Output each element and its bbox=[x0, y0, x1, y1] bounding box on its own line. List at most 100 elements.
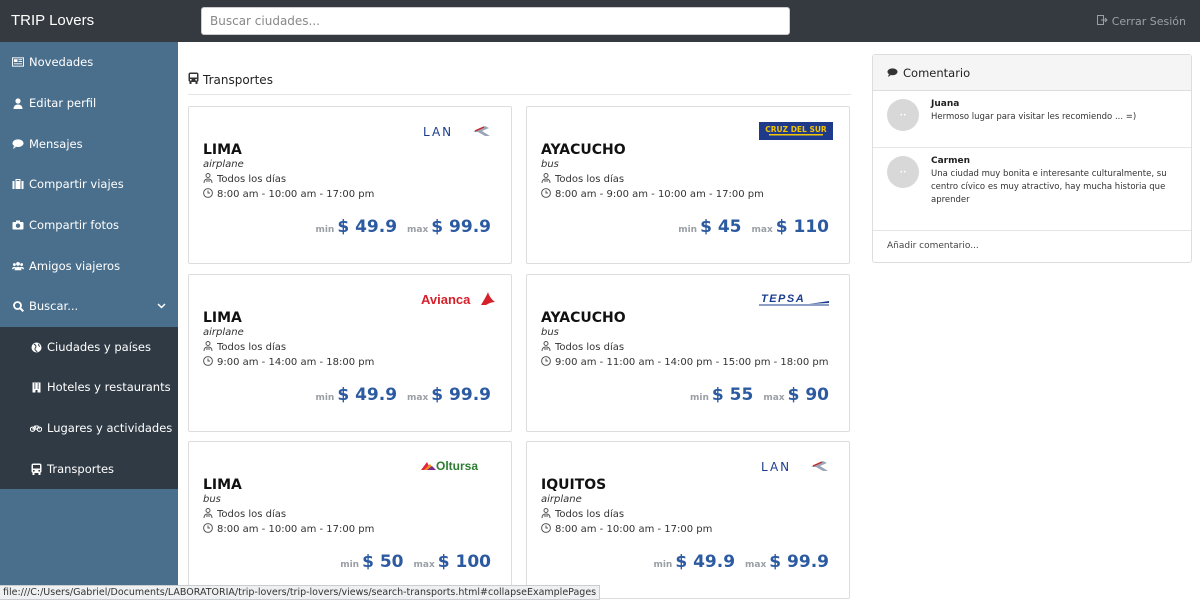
submenu-item-lugares[interactable]: Lugares y actividades bbox=[0, 408, 178, 448]
max-label: max bbox=[745, 560, 767, 570]
card-frequency: Todos los días bbox=[203, 173, 286, 186]
comment-author: Juana bbox=[931, 99, 960, 109]
calendar-person-icon bbox=[541, 173, 551, 186]
clock-icon bbox=[541, 188, 551, 201]
transport-card[interactable]: CRUZ DEL SUR AYACUCHO bus Todos los días… bbox=[526, 106, 850, 264]
card-frequency: Todos los días bbox=[541, 173, 624, 186]
clock-icon bbox=[541, 523, 551, 536]
comment-icon bbox=[12, 138, 24, 150]
calendar-person-icon bbox=[541, 341, 551, 354]
card-prices: min $ 49.9 max $ 99.9 bbox=[315, 385, 491, 405]
max-price: $ 110 bbox=[775, 217, 829, 237]
transport-card[interactable]: LAN IQUITOS airplane Todos los días 8:00… bbox=[526, 441, 850, 599]
sign-out-icon bbox=[1096, 15, 1108, 28]
sidebar-item-novedades[interactable]: Novedades bbox=[0, 42, 178, 82]
transport-card[interactable]: LAN LIMA airplane Todos los días 8:00 am… bbox=[188, 106, 512, 264]
newspaper-icon bbox=[12, 56, 24, 68]
max-price: $ 99.9 bbox=[769, 552, 829, 572]
transport-card[interactable]: Oltursa LIMA bus Todos los días 8:00 am … bbox=[188, 441, 512, 599]
max-label: max bbox=[751, 225, 773, 235]
section-title-label: Transportes bbox=[203, 72, 273, 87]
card-transport-type: bus bbox=[541, 159, 559, 170]
cruz-del-sur-logo-text: CRUZ DEL SUR bbox=[765, 125, 827, 134]
card-hours-label: 9:00 am - 14:00 am - 18:00 pm bbox=[217, 357, 375, 368]
max-price: $ 100 bbox=[437, 552, 491, 572]
sidebar-item-label: Mensajes bbox=[29, 137, 83, 151]
max-label: max bbox=[407, 225, 429, 235]
comment-author: Carmen bbox=[931, 156, 971, 166]
oltursa-logo-text: Oltursa bbox=[436, 459, 478, 473]
sidebar-item-compartir-fotos[interactable]: Compartir fotos bbox=[0, 205, 178, 245]
submenu-item-label: Ciudades y países bbox=[47, 340, 151, 354]
min-price: $ 45 bbox=[700, 217, 742, 237]
transport-card[interactable]: Avianca LIMA airplane Todos los días 9:0… bbox=[188, 274, 512, 432]
sidebar-item-mensajes[interactable]: Mensajes bbox=[0, 124, 178, 164]
clock-icon bbox=[203, 523, 213, 536]
card-hours-label: 8:00 am - 10:00 am - 17:00 pm bbox=[555, 524, 713, 535]
calendar-person-icon bbox=[203, 508, 213, 521]
transport-card[interactable]: TEPSA AYACUCHO bus Todos los días 9:00 a… bbox=[526, 274, 850, 432]
comments-panel: Comentario •• Juana Hermoso lugar para v… bbox=[872, 54, 1192, 263]
avianca-logo-text: Avianca bbox=[421, 292, 471, 307]
card-hours-label: 8:00 am - 10:00 am - 17:00 pm bbox=[217, 524, 375, 535]
sidebar-item-label: Amigos viajeros bbox=[29, 259, 121, 273]
svg-text:LAN: LAN bbox=[761, 460, 791, 474]
avatar: •• bbox=[887, 99, 919, 131]
card-frequency-label: Todos los días bbox=[217, 174, 287, 185]
sidebar: Novedades Editar perfil Mensajes Compart… bbox=[0, 42, 178, 600]
min-label: min bbox=[340, 560, 360, 570]
sidebar-item-label: Compartir fotos bbox=[29, 218, 120, 232]
add-comment-input[interactable]: Añadir comentario... bbox=[887, 241, 979, 251]
comments-header: Comentario bbox=[873, 55, 1191, 91]
users-icon bbox=[12, 260, 24, 272]
logout-button[interactable]: Cerrar Sesión bbox=[1096, 15, 1186, 28]
card-hours: 8:00 am - 9:00 am - 10:00 am - 17:00 pm bbox=[541, 188, 764, 201]
search-icon bbox=[12, 300, 24, 312]
card-hours: 8:00 am - 10:00 am - 17:00 pm bbox=[203, 523, 374, 536]
sidebar-item-label: Novedades bbox=[29, 55, 94, 69]
card-city: AYACUCHO bbox=[541, 142, 626, 158]
sidebar-item-amigos-viajeros[interactable]: Amigos viajeros bbox=[0, 246, 178, 286]
comment-icon bbox=[887, 66, 898, 80]
submenu-item-label: Lugares y actividades bbox=[47, 421, 173, 435]
clock-icon bbox=[203, 188, 213, 201]
submenu-item-ciudades[interactable]: Ciudades y países bbox=[0, 327, 178, 367]
user-icon bbox=[12, 97, 24, 109]
card-prices: min $ 49.9 max $ 99.9 bbox=[653, 552, 829, 572]
sidebar-item-compartir-viajes[interactable]: Compartir viajes bbox=[0, 164, 178, 204]
max-label: max bbox=[763, 393, 785, 403]
cruz-del-sur-logo: CRUZ DEL SUR bbox=[759, 121, 833, 141]
brand-logo[interactable]: TRIP Lovers bbox=[11, 12, 94, 29]
min-price: $ 50 bbox=[362, 552, 404, 572]
card-prices: min $ 50 max $ 100 bbox=[340, 552, 491, 572]
sidebar-item-label: Compartir viajes bbox=[29, 177, 124, 191]
max-price: $ 99.9 bbox=[431, 217, 491, 237]
tepsa-logo: TEPSA bbox=[759, 289, 833, 309]
city-search-input[interactable] bbox=[201, 7, 790, 35]
card-hours: 8:00 am - 10:00 am - 17:00 pm bbox=[203, 188, 374, 201]
building-icon bbox=[30, 381, 42, 393]
submenu-item-hoteles[interactable]: Hoteles y restaurants bbox=[0, 367, 178, 407]
sidebar-item-buscar[interactable]: Buscar... bbox=[0, 286, 178, 326]
card-city: LIMA bbox=[203, 477, 242, 493]
comment-item: •• Carmen Una ciudad muy bonita e intere… bbox=[873, 156, 1191, 207]
card-frequency-label: Todos los días bbox=[217, 342, 287, 353]
sidebar-item-editar-perfil[interactable]: Editar perfil bbox=[0, 83, 178, 123]
avianca-logo: Avianca bbox=[421, 289, 495, 309]
search-submenu: Ciudades y países Hoteles y restaurants … bbox=[0, 327, 178, 489]
card-prices: min $ 55 max $ 90 bbox=[690, 385, 829, 405]
min-label: min bbox=[678, 225, 698, 235]
bus-icon bbox=[30, 463, 42, 475]
submenu-item-transportes[interactable]: Transportes bbox=[0, 449, 178, 489]
card-hours: 8:00 am - 10:00 am - 17:00 pm bbox=[541, 523, 712, 536]
section-divider bbox=[188, 94, 851, 95]
sidebar-item-label: Editar perfil bbox=[29, 96, 97, 110]
suitcase-icon bbox=[12, 178, 24, 190]
comment-item: •• Juana Hermoso lugar para visitar les … bbox=[873, 99, 1191, 131]
card-hours-label: 8:00 am - 9:00 am - 10:00 am - 17:00 pm bbox=[555, 189, 764, 200]
clock-icon bbox=[541, 356, 551, 369]
min-price: $ 49.9 bbox=[337, 385, 398, 405]
max-label: max bbox=[413, 560, 435, 570]
card-transport-type: bus bbox=[541, 327, 559, 338]
chevron-down-icon bbox=[157, 301, 166, 312]
